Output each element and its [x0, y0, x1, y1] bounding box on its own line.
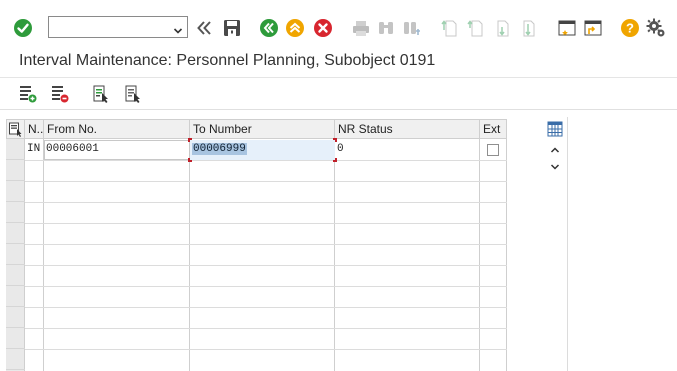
row-divider [25, 160, 507, 161]
previous-page-icon[interactable] [465, 17, 487, 39]
row-selector[interactable] [6, 328, 25, 349]
row-selector[interactable] [6, 160, 25, 181]
row-selector[interactable] [6, 307, 25, 328]
column-header-ext[interactable]: Ext [480, 119, 507, 139]
column-header-to[interactable]: To Number [190, 119, 335, 139]
cell-no: IN [27, 143, 41, 155]
row-selector-column [6, 139, 25, 371]
table-settings-icon [9, 122, 22, 137]
scroll-up-icon[interactable] [550, 144, 560, 158]
change-status-icon[interactable] [91, 84, 111, 104]
row-selector[interactable] [6, 265, 25, 286]
row-divider [25, 349, 507, 350]
interval-table: N.. From No. To Number NR Status Ext IN … [6, 119, 507, 371]
print-icon[interactable] [350, 17, 372, 39]
enter-icon[interactable] [12, 17, 34, 39]
to-number-value: 00006999 [190, 140, 335, 160]
table-side-controls [543, 117, 567, 371]
row-divider [25, 328, 507, 329]
row-divider [25, 307, 507, 308]
row-divider [25, 286, 507, 287]
next-page-icon[interactable] [491, 17, 513, 39]
row-selector[interactable] [6, 244, 25, 265]
back-icon[interactable] [258, 17, 280, 39]
cancel-icon[interactable] [312, 17, 334, 39]
row-selector[interactable] [6, 286, 25, 307]
find-icon[interactable] [375, 17, 397, 39]
find-next-icon[interactable] [400, 17, 422, 39]
first-page-icon[interactable] [439, 17, 461, 39]
row-selector[interactable] [6, 139, 25, 160]
exit-icon[interactable] [284, 17, 306, 39]
delete-interval-icon[interactable] [50, 84, 70, 104]
row-selector[interactable] [6, 181, 25, 202]
divider [0, 77, 677, 78]
back-nav-icon[interactable] [193, 17, 215, 39]
column [25, 139, 44, 371]
row-selector[interactable] [6, 223, 25, 244]
row-divider [25, 223, 507, 224]
column [190, 139, 335, 371]
from-number-value: 00006001 [46, 143, 99, 155]
settings-icon[interactable] [645, 17, 667, 39]
generate-shortcut-icon[interactable] [582, 17, 604, 39]
divider [567, 117, 568, 371]
column-header-no[interactable]: N.. [25, 119, 44, 139]
column-header-status[interactable]: NR Status [335, 119, 480, 139]
row-divider [25, 244, 507, 245]
row-selector[interactable] [6, 349, 25, 370]
row-divider [25, 265, 507, 266]
row-divider [25, 181, 507, 182]
chevron-down-icon[interactable] [173, 22, 183, 42]
column-header-from[interactable]: From No. [44, 119, 190, 139]
last-page-icon[interactable] [517, 17, 539, 39]
selected-text: 00006999 [192, 143, 247, 155]
save-icon[interactable] [221, 17, 243, 39]
column [335, 139, 480, 371]
create-session-icon[interactable] [556, 17, 578, 39]
insert-interval-icon[interactable] [18, 84, 38, 104]
system-toolbar: ? [0, 0, 677, 48]
nr-status-value: 0 [337, 143, 344, 155]
column [480, 139, 507, 371]
divider [0, 109, 677, 110]
column-config-icon[interactable] [547, 121, 563, 140]
row-selector[interactable] [6, 202, 25, 223]
row-divider [25, 202, 507, 203]
overview-icon[interactable] [123, 84, 143, 104]
select-all-button[interactable] [6, 119, 25, 139]
svg-text:?: ? [626, 21, 634, 36]
command-field[interactable] [48, 16, 188, 38]
page-title: Interval Maintenance: Personnel Planning… [19, 52, 436, 69]
help-icon[interactable]: ? [619, 17, 641, 39]
column [44, 139, 190, 371]
scroll-down-icon[interactable] [550, 161, 560, 175]
ext-checkbox[interactable] [487, 144, 499, 156]
